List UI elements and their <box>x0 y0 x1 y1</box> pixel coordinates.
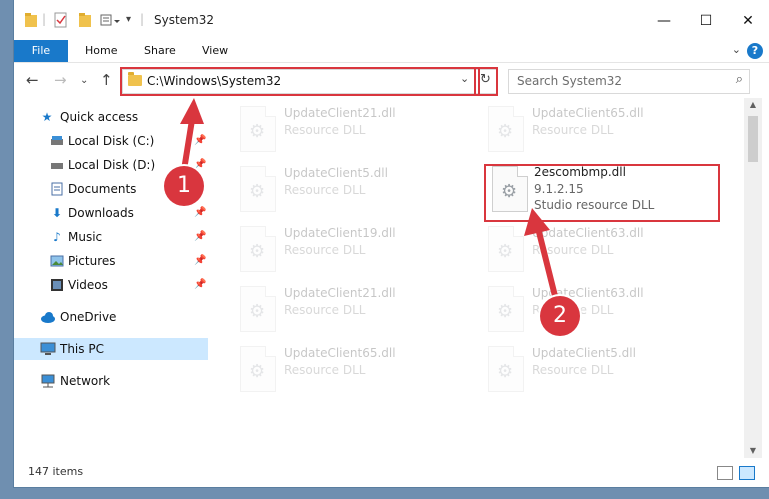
annotation-overlay <box>180 98 559 301</box>
callout-1: 1 <box>164 166 204 206</box>
callout-2: 2 <box>540 296 580 336</box>
arrow-2 <box>524 208 559 301</box>
arrow-1 <box>180 98 204 171</box>
